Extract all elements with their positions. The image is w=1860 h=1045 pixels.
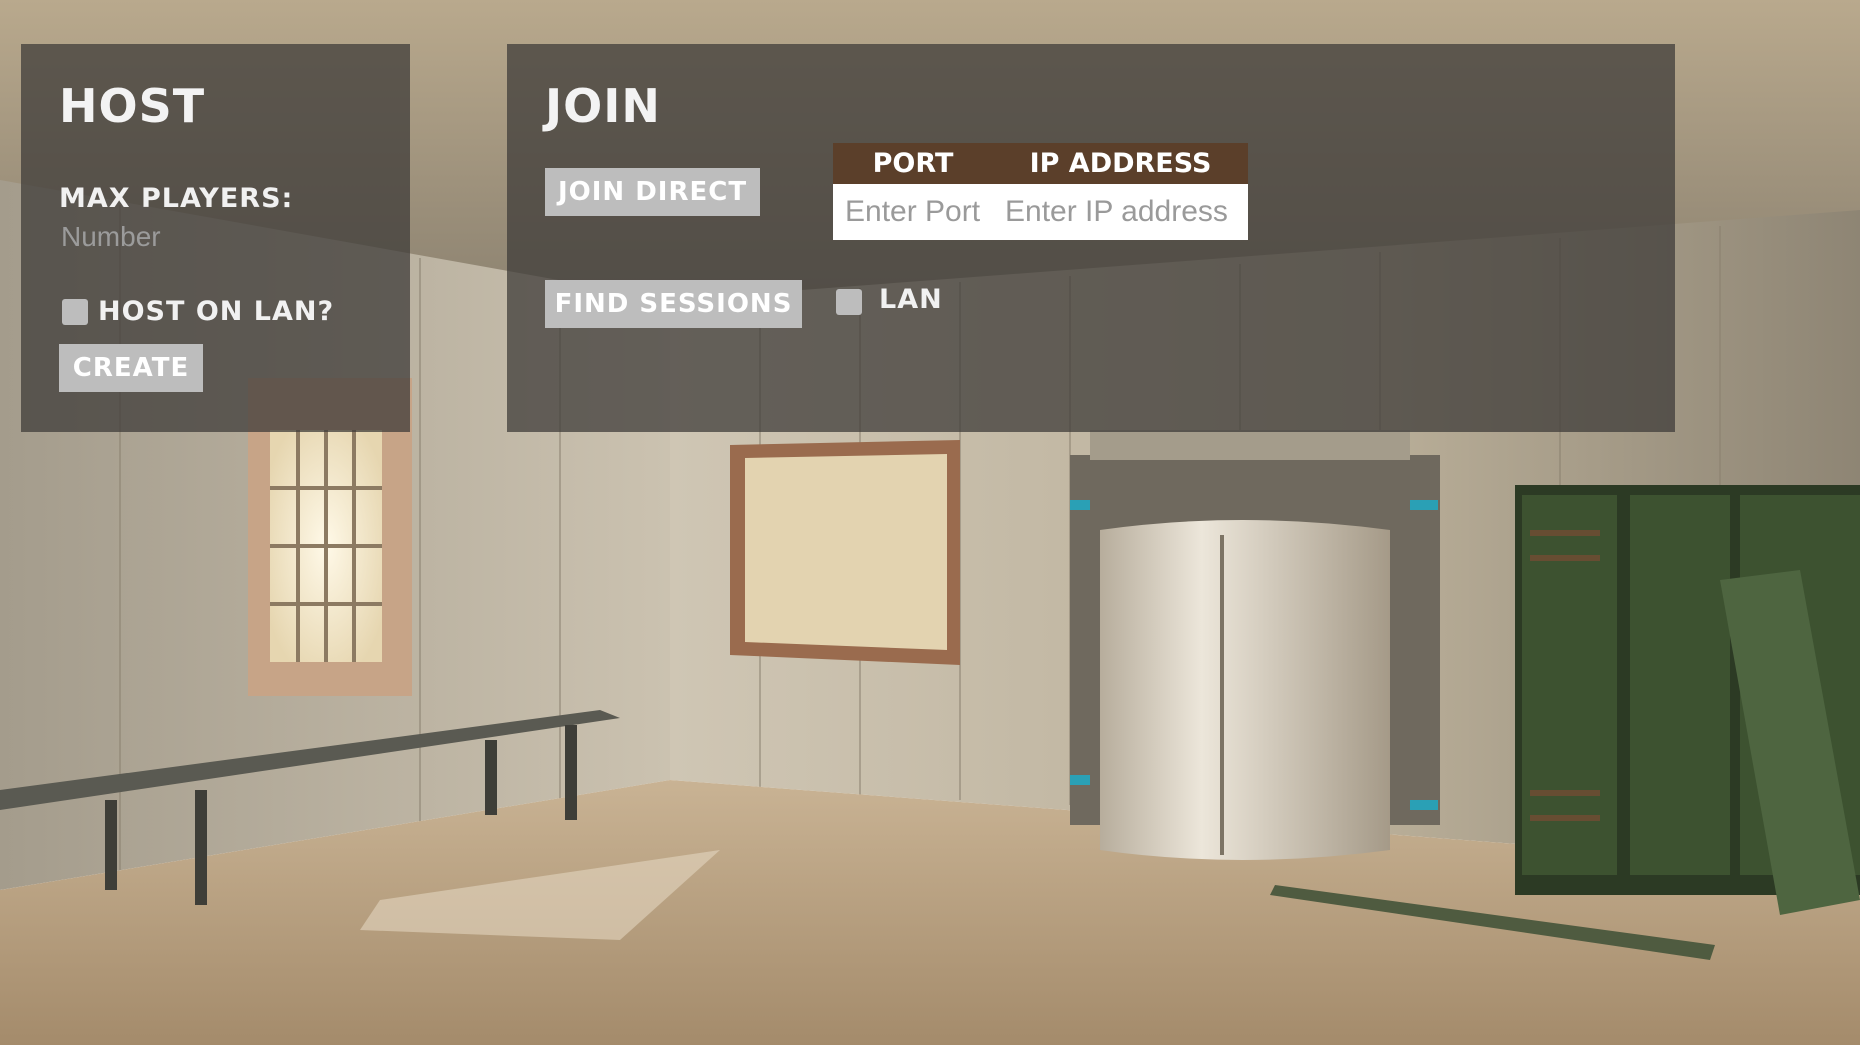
ip-address-input[interactable] <box>993 184 1248 240</box>
connection-table: PORT IP ADDRESS <box>833 143 1248 240</box>
ip-address-header: IP ADDRESS <box>1029 148 1212 179</box>
connection-table-body <box>833 184 1248 240</box>
host-on-lan-checkbox[interactable] <box>62 299 88 325</box>
host-title: HOST <box>59 79 206 133</box>
join-direct-button[interactable]: JOIN DIRECT <box>545 168 760 216</box>
port-header: PORT <box>872 148 954 179</box>
max-players-label: MAX PLAYERS: <box>59 183 294 214</box>
connection-table-header: PORT IP ADDRESS <box>833 143 1248 184</box>
lan-label: LAN <box>879 284 943 315</box>
find-sessions-button[interactable]: FIND SESSIONS <box>545 280 802 328</box>
max-players-input[interactable] <box>61 220 361 254</box>
host-panel: HOST MAX PLAYERS: HOST ON LAN? CREATE <box>21 44 410 432</box>
host-on-lan-label: HOST ON LAN? <box>98 296 335 327</box>
create-button[interactable]: CREATE <box>59 344 203 392</box>
lan-checkbox[interactable] <box>836 289 862 315</box>
join-title: JOIN <box>545 79 661 133</box>
port-input[interactable] <box>833 184 993 240</box>
